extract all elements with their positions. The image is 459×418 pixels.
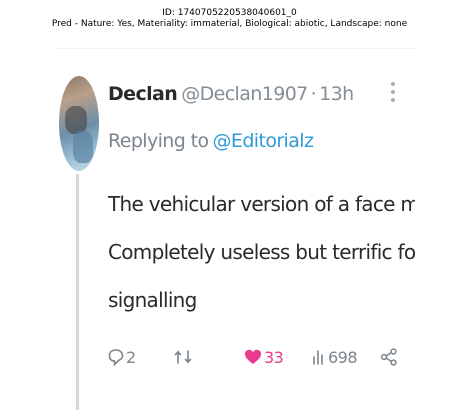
reply-button[interactable]: 2 <box>108 346 136 368</box>
separator-dot: · <box>310 83 317 105</box>
tweet-text-line: Completely useless but terrific for virt… <box>108 240 415 264</box>
tweet-card: Declan @Declan1907 · 13h Replying to @Edi… <box>58 48 415 410</box>
mention-link[interactable]: @Editorialz <box>213 130 314 152</box>
more-icon[interactable] <box>388 78 398 108</box>
like-button[interactable]: 33 <box>244 346 284 368</box>
tweet-text-line: signalling <box>108 288 197 312</box>
heart-icon <box>244 348 262 366</box>
caption-id: ID: 1740705220538040601_0 <box>162 8 297 18</box>
author-row: Declan @Declan1907 · 13h <box>108 78 354 110</box>
repost-icon <box>174 348 192 366</box>
replying-prefix: Replying to <box>108 130 209 152</box>
image-caption: ID: 1740705220538040601_0 Pred - Nature:… <box>0 8 459 30</box>
replying-to: Replying to @Editorialz <box>108 130 314 152</box>
views-button[interactable]: 698 <box>312 346 358 368</box>
action-bar: 2 33 698 <box>108 346 408 368</box>
author-name[interactable]: Declan <box>108 83 178 105</box>
like-count: 33 <box>264 347 284 367</box>
author-handle[interactable]: @Declan1907 <box>181 83 308 105</box>
share-icon <box>380 348 398 366</box>
views-count: 698 <box>328 347 358 367</box>
repost-button[interactable] <box>174 346 194 368</box>
reply-count: 2 <box>126 347 136 367</box>
thread-line <box>76 174 79 410</box>
reply-icon <box>108 348 124 366</box>
caption-prediction: Pred - Nature: Yes, Materiality: immater… <box>51 19 408 29</box>
divider <box>58 48 415 49</box>
views-icon <box>312 348 326 366</box>
tweet-text-line: The vehicular version of a face mask. <box>108 192 415 216</box>
avatar[interactable] <box>59 76 99 171</box>
tweet-text: The vehicular version of a face mask. Co… <box>108 180 415 324</box>
timestamp[interactable]: 13h <box>319 83 354 105</box>
share-button[interactable] <box>380 346 398 368</box>
